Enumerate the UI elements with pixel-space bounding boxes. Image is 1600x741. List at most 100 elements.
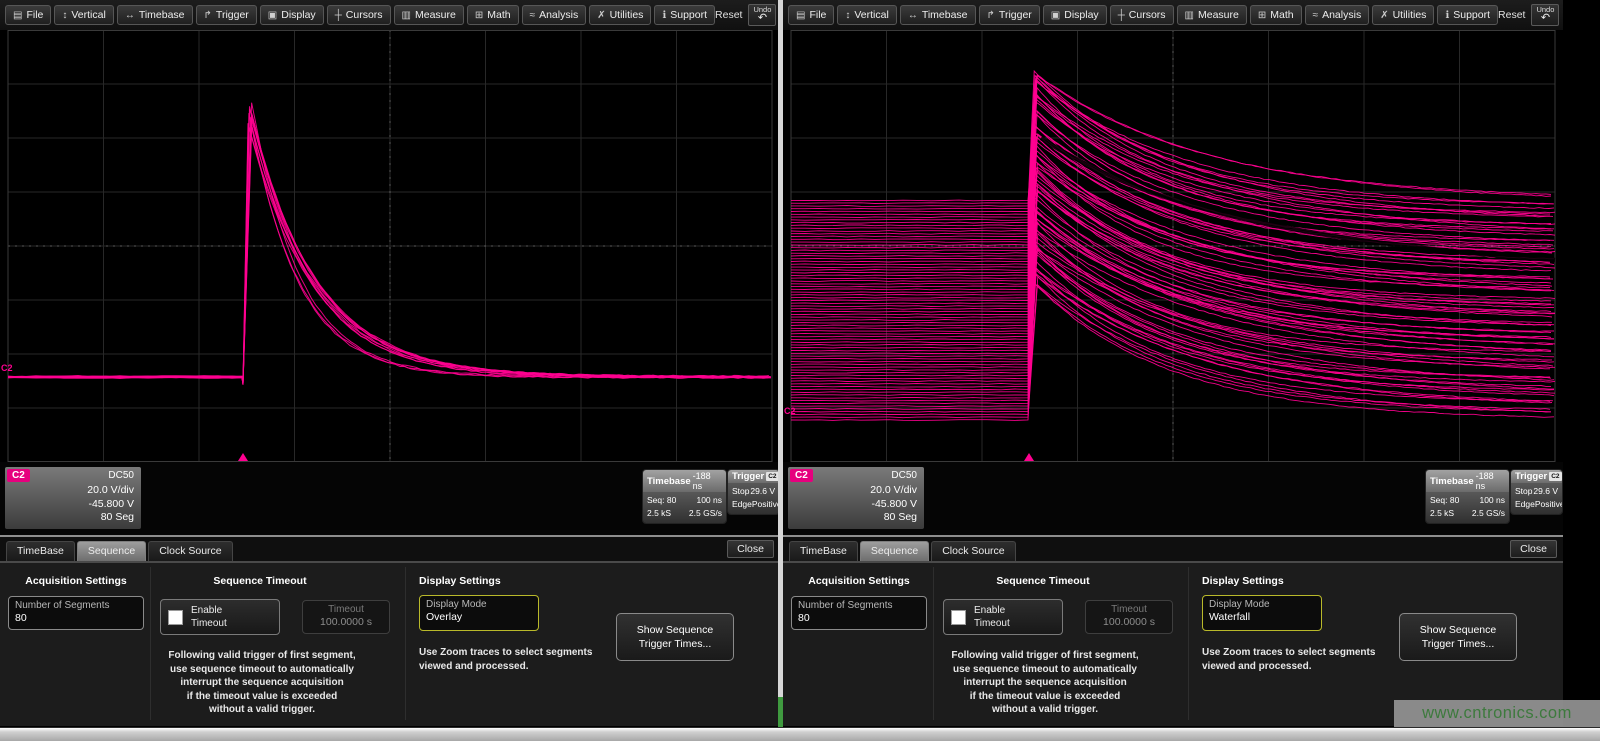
reset-button[interactable]: Reset: [1498, 9, 1525, 21]
menu-label: Analysis: [539, 9, 578, 21]
tab-clock-source[interactable]: Clock Source: [931, 541, 1015, 561]
menu-math[interactable]: ⊞Math: [467, 5, 519, 25]
display-settings-section: Display Settings Display Mode Overlay Us…: [412, 575, 612, 673]
timeout-note-line: if the timeout value is exceeded: [911, 690, 1179, 704]
show-sequence-trigger-times-button[interactable]: Show Sequence Trigger Times...: [616, 613, 734, 661]
enable-timeout-checkbox[interactable]: Enable Timeout: [943, 599, 1063, 635]
tab-timebase[interactable]: TimeBase: [6, 541, 75, 561]
menu-vertical[interactable]: ↕Vertical: [837, 5, 896, 25]
trigger-body: Stop 29.6 V Edge Positive: [728, 483, 778, 514]
menu-display[interactable]: ▣Display: [1043, 5, 1107, 25]
menu-measure[interactable]: ▥ Measure: [394, 5, 464, 25]
number-of-segments-value: 80: [798, 612, 920, 624]
cursors-icon: ┼: [335, 10, 342, 21]
measure-icon: ▥: [402, 10, 411, 21]
sequence-timeout-section: Sequence Timeout Enable Timeout Timeout …: [140, 575, 380, 587]
close-button[interactable]: Close: [1510, 540, 1557, 558]
menu-items: ▤File↕Vertical↔Timebase ↱ Trigger ▣Display┼…: [788, 5, 1498, 25]
trigger-header: Trigger C2 DC: [1511, 470, 1562, 483]
sequence-timeout-section: Sequence Timeout Enable Timeout Timeout …: [923, 575, 1163, 587]
display-mode-select[interactable]: Display Mode Overlay: [419, 595, 539, 631]
undo-button[interactable]: Undo ↶: [748, 4, 776, 27]
trigger-body: Stop 29.6 V Edge Positive: [1511, 483, 1562, 514]
timeout-note-line: use sequence timeout to automatically: [911, 663, 1179, 677]
menu-label: Measure: [415, 9, 456, 21]
timeout-note: Following valid trigger of first segment…: [911, 649, 1179, 717]
zoom-hint-line: Use Zoom traces to select segments: [419, 646, 612, 660]
timebase-seq: Seq: 80: [647, 494, 676, 507]
support-icon: ℹ: [662, 10, 666, 21]
menu-measure[interactable]: ▥Measure: [1177, 5, 1247, 25]
menu-file[interactable]: ▤File: [788, 5, 834, 25]
display-mode-select[interactable]: Display Mode Waterfall: [1202, 595, 1322, 631]
enable-timeout-checkbox[interactable]: Enable Timeout: [160, 599, 280, 635]
menu-trigger[interactable]: ↱ Trigger: [979, 5, 1040, 25]
tab-clock-source[interactable]: Clock Source: [148, 541, 232, 561]
zoom-hint: Use Zoom traces to select segments viewe…: [412, 646, 612, 673]
timebase-descriptor[interactable]: Timebase -188 ns Seq: 80 100 ns 2.5 kS 2…: [643, 470, 726, 523]
timeout-field[interactable]: Timeout 100.0000 s: [302, 600, 390, 634]
menu-utilities[interactable]: ✗Utilities: [1372, 5, 1434, 25]
timeout-field[interactable]: Timeout 100.0000 s: [1085, 600, 1173, 634]
display-icon: ▣: [268, 10, 277, 21]
watermark: www.cntronics.com: [1394, 700, 1600, 727]
menu-support[interactable]: ℹSupport: [654, 5, 715, 25]
timeout-note-line: use sequence timeout to automatically: [128, 663, 396, 677]
trigger-descriptor[interactable]: Trigger C2 DC Stop 29.6 V Edge Positive: [1511, 470, 1562, 514]
timebase-body: Seq: 80 100 ns 2.5 kS 2.5 GS/s: [1426, 492, 1509, 523]
menu-file[interactable]: ▤File: [5, 5, 51, 25]
undo-icon: ↶: [758, 13, 767, 24]
timebase-delay: -188 ns: [1476, 471, 1505, 491]
menu-display[interactable]: ▣ Display: [260, 5, 324, 25]
show-sequence-trigger-times-button[interactable]: Show Sequence Trigger Times...: [1399, 613, 1517, 661]
channel-descriptor[interactable]: C2 DC50 20.0 V/div -45.800 V 80 Seg: [5, 467, 141, 529]
trigger-descriptor[interactable]: Trigger C2 DC Stop 29.6 V Edge Positive: [728, 470, 778, 514]
menu-vertical[interactable]: ↕Vertical: [54, 5, 113, 25]
menu-cursors[interactable]: ┼Cursors: [1110, 5, 1174, 25]
menu-timebase[interactable]: ↔Timebase: [117, 5, 193, 25]
reset-button[interactable]: Reset: [715, 9, 742, 21]
timebase-descriptor[interactable]: Timebase -188 ns Seq: 80 100 ns 2.5 kS 2…: [1426, 470, 1509, 523]
tab-timebase[interactable]: TimeBase: [789, 541, 858, 561]
timebase-rate: 2.5 GS/s: [1472, 507, 1505, 520]
trigger-icon: ↱: [987, 10, 995, 21]
tab-sequence[interactable]: Sequence: [77, 541, 146, 561]
zoom-hint-line: viewed and processed.: [419, 660, 612, 674]
timebase-header: Timebase -188 ns: [1426, 470, 1509, 492]
menu-label: Display: [281, 9, 315, 21]
undo-button[interactable]: Undo ↶: [1531, 4, 1559, 27]
menu-support[interactable]: ℹSupport: [1437, 5, 1498, 25]
acquisition-settings-section: Acquisition Settings Number of Segments …: [8, 575, 144, 630]
trigger-level: 29.6 V: [1533, 485, 1558, 498]
timebase-title: Timebase: [647, 476, 691, 487]
sequence-timeout-header: Sequence Timeout: [923, 575, 1163, 587]
show-button-line2: Trigger Times...: [1400, 637, 1516, 651]
menu-label: Math: [1270, 9, 1293, 21]
menu-math[interactable]: ⊞Math: [1250, 5, 1302, 25]
timebase-icon: ↔: [125, 10, 135, 21]
timebase-tdiv: 100 ns: [1479, 494, 1505, 507]
display-settings-section: Display Settings Display Mode Waterfall …: [1195, 575, 1395, 673]
zoom-hint: Use Zoom traces to select segments viewe…: [1195, 646, 1395, 673]
menu-label: Vertical: [854, 9, 888, 21]
waveform-svg: C2: [783, 30, 1563, 462]
menu-analysis[interactable]: ≈Analysis: [522, 5, 587, 25]
vertical-icon: ↕: [62, 10, 67, 21]
menu-analysis[interactable]: ≈Analysis: [1305, 5, 1370, 25]
channel-vdiv: 20.0 V/div: [790, 484, 917, 498]
tab-sequence[interactable]: Sequence: [860, 541, 929, 561]
menu-utilities[interactable]: ✗Utilities: [589, 5, 651, 25]
menu-label: Trigger: [999, 9, 1032, 21]
menu-trigger[interactable]: ↱Trigger: [196, 5, 257, 25]
enable-timeout-label-line1: Enable: [974, 605, 1005, 616]
menu-timebase[interactable]: ↔Timebase: [900, 5, 976, 25]
enable-timeout-label: Enable Timeout: [974, 604, 1010, 630]
waveform-display: C2: [0, 30, 778, 462]
channel-descriptor[interactable]: C2 DC50 20.0 V/div -45.800 V 80 Seg: [788, 467, 924, 529]
trigger-badges: C2 DC: [766, 472, 778, 481]
number-of-segments-field[interactable]: Number of Segments 80: [8, 596, 144, 630]
close-button[interactable]: Close: [727, 540, 774, 558]
menu-cursors[interactable]: ┼Cursors: [327, 5, 391, 25]
number-of-segments-field[interactable]: Number of Segments 80: [791, 596, 927, 630]
menu-label: Utilities: [1393, 9, 1427, 21]
